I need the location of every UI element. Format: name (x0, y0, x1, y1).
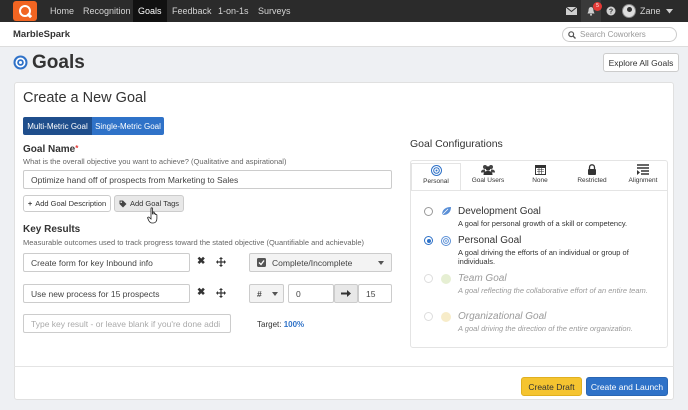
key-result-1-input[interactable]: Create form for key Inbound info (23, 253, 190, 272)
organizational-goal-desc: A goal driving the direction of the enti… (458, 324, 633, 333)
sub-header: MarbleSpark (0, 22, 688, 47)
form-title: Create a New Goal (23, 90, 147, 106)
help-icon[interactable]: ? (601, 0, 621, 22)
goal-name-hint: What is the overall objective you want t… (23, 157, 287, 166)
tab-restricted[interactable]: Restricted (567, 163, 617, 190)
nav-home[interactable]: Home (45, 0, 79, 22)
nav-feedback[interactable]: Feedback (167, 0, 217, 22)
create-draft-button[interactable]: Create Draft (521, 377, 582, 396)
organizational-goal-radio (424, 312, 433, 321)
team-goal-desc: A goal reflecting the collaborative effo… (458, 286, 648, 295)
nav-goals[interactable]: Goals (133, 0, 167, 22)
page-title: Goals (32, 52, 85, 73)
single-metric-goal-toggle[interactable]: Single-Metric Goal (92, 117, 164, 135)
user-name: Zane (640, 6, 661, 16)
goals-target-icon (13, 55, 28, 70)
key-result-2-input[interactable]: Use new process for 15 prospects (23, 284, 190, 303)
app-logo[interactable] (13, 1, 37, 21)
notifications-bell-icon[interactable]: 5 (581, 0, 602, 22)
team-goal-title: Team Goal (458, 273, 507, 284)
tab-alignment[interactable]: Alignment (619, 163, 667, 190)
organizational-goal-icon (441, 312, 451, 322)
tab-personal[interactable]: Personal (411, 163, 461, 190)
checkbox-checked-icon (257, 258, 266, 267)
move-key-result-2-icon[interactable] (216, 288, 226, 298)
company-brand: MarbleSpark (13, 29, 71, 40)
goal-configurations-title: Goal Configurations (410, 138, 503, 150)
key-results-hint: Measurable outcomes used to track progre… (23, 238, 365, 247)
explore-all-goals-button[interactable]: Explore All Goals (603, 53, 679, 72)
key-results-label: Key Results (23, 224, 81, 235)
nav-surveys[interactable]: Surveys (253, 0, 296, 22)
lock-icon (588, 164, 596, 175)
key-result-2-metric-type-select[interactable]: # (249, 284, 284, 303)
chevron-down-icon (665, 8, 673, 13)
leaf-icon (441, 207, 451, 216)
arrow-right-icon (334, 284, 358, 303)
organizational-goal-title: Organizational Goal (458, 311, 547, 322)
goal-name-input[interactable]: Optimize hand off of prospects from Mark… (23, 170, 392, 189)
top-nav-bar: Home Recognition Goals Feedback 1-on-1s … (0, 0, 688, 22)
personal-goal-desc: A goal driving the efforts of an individ… (458, 248, 629, 266)
hand-cursor-icon (147, 207, 158, 224)
multi-metric-goal-toggle[interactable]: Multi-Metric Goal (23, 117, 92, 135)
nav-1on1s[interactable]: 1-on-1s (213, 0, 254, 22)
nav-recognition[interactable]: Recognition (78, 0, 136, 22)
add-goal-description-button[interactable]: + Add Goal Description (23, 195, 111, 212)
tab-none[interactable]: None (515, 163, 565, 190)
tab-goal-users[interactable]: Goal Users (463, 163, 513, 190)
tab-divider (411, 190, 667, 191)
personal-goal-radio[interactable] (424, 236, 433, 245)
search-icon (568, 31, 576, 39)
user-menu[interactable]: Zane (622, 0, 673, 22)
users-icon (480, 165, 495, 175)
remove-key-result-2-icon[interactable]: ✖ (197, 287, 205, 298)
coworker-search[interactable] (562, 27, 677, 42)
key-result-2-target-input[interactable]: 15 (358, 284, 392, 303)
caret-down-icon (378, 261, 384, 265)
mail-icon[interactable] (561, 0, 581, 22)
tag-icon (119, 200, 127, 207)
svg-text:?: ? (609, 9, 613, 16)
new-key-result-input[interactable]: Type key result - or leave blank if you'… (23, 314, 231, 333)
personal-goal-title: Personal Goal (458, 235, 522, 246)
team-goal-icon (441, 274, 451, 284)
development-goal-title: Development Goal (458, 206, 541, 217)
target-icon (441, 236, 451, 246)
move-key-result-1-icon[interactable] (216, 257, 226, 267)
development-goal-radio[interactable] (424, 207, 433, 216)
calendar-icon (534, 165, 546, 175)
search-input[interactable] (580, 29, 672, 40)
key-result-1-metric-select[interactable]: Complete/Incomplete (249, 253, 392, 272)
plus-icon: + (27, 199, 33, 208)
list-icon (637, 164, 649, 175)
development-goal-desc: A goal for personal growth of a skill or… (458, 219, 628, 228)
footer-divider (14, 366, 674, 367)
goal-name-label: Goal Name* (23, 144, 79, 155)
key-result-2-start-input[interactable]: 0 (288, 284, 334, 303)
caret-down-icon (272, 292, 278, 296)
create-and-launch-button[interactable]: Create and Launch (586, 377, 668, 396)
team-goal-radio (424, 274, 433, 283)
target-icon (430, 165, 442, 176)
avatar (622, 4, 636, 18)
remove-key-result-1-icon[interactable]: ✖ (197, 256, 205, 267)
target-summary: Target: 100% (257, 320, 305, 329)
